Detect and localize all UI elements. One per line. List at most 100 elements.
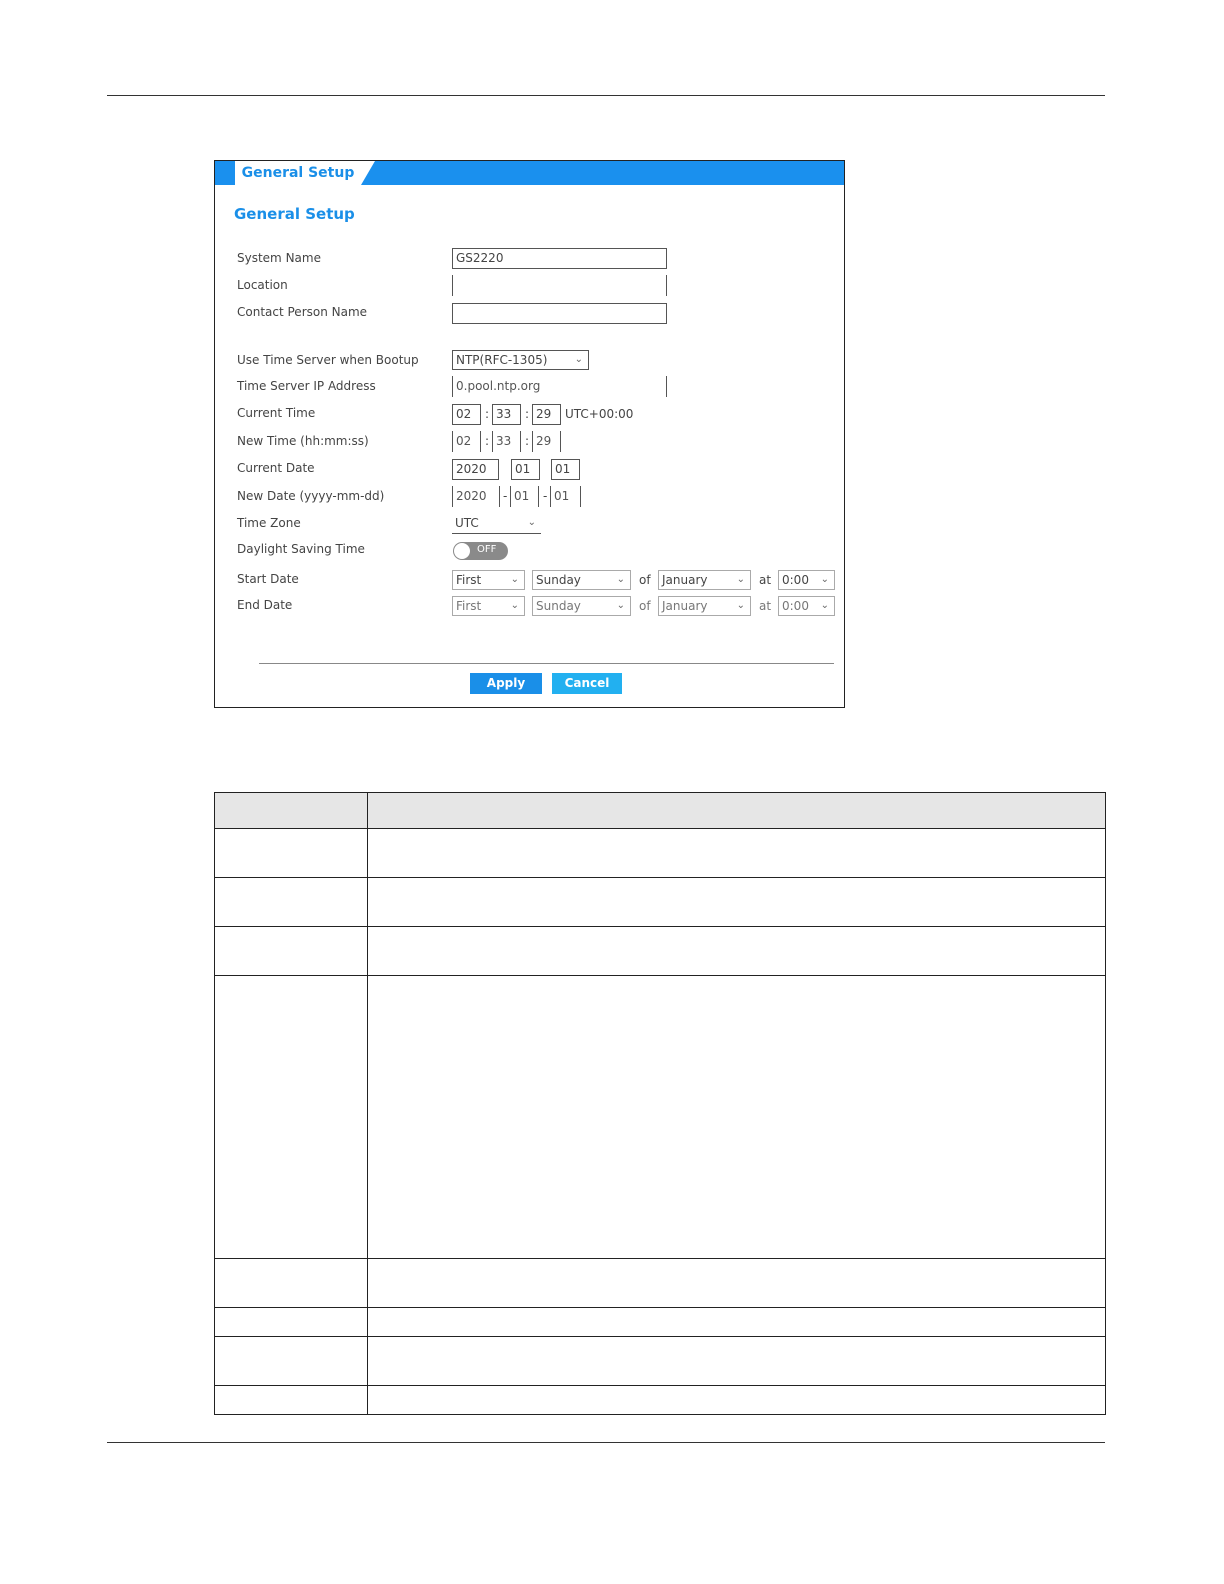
new-date-dd[interactable]: 01 bbox=[550, 486, 581, 507]
start-time-value: 0:00 bbox=[782, 573, 809, 587]
start-month-value: January bbox=[662, 573, 708, 587]
table-cell bbox=[214, 975, 368, 1259]
table-header-row bbox=[214, 792, 1106, 829]
new-time-hh[interactable]: 02 bbox=[452, 431, 481, 452]
table-row bbox=[214, 1336, 1106, 1386]
system-name-label: System Name bbox=[237, 251, 321, 265]
table-row bbox=[214, 1258, 1106, 1308]
time-server-boot-label: Use Time Server when Bootup bbox=[237, 353, 419, 367]
colon-separator: : bbox=[485, 434, 490, 448]
contact-person-label: Contact Person Name bbox=[237, 305, 368, 319]
chevron-down-icon: ⌄ bbox=[736, 574, 745, 585]
at-text: at bbox=[759, 573, 772, 587]
current-date-yyyy: 2020 bbox=[452, 459, 499, 480]
end-time-value: 0:00 bbox=[782, 599, 809, 613]
current-time-ss: 29 bbox=[532, 404, 561, 425]
table-cell bbox=[214, 877, 368, 927]
end-month-select[interactable]: January ⌄ bbox=[658, 596, 751, 616]
time-server-ip-input[interactable]: 0.pool.ntp.org bbox=[452, 376, 667, 397]
table-cell bbox=[367, 1307, 1106, 1337]
start-date-label: Start Date bbox=[237, 572, 299, 586]
time-server-boot-value: NTP(RFC-1305) bbox=[456, 353, 548, 367]
current-time-mm: 33 bbox=[492, 404, 521, 425]
chevron-down-icon: ⌄ bbox=[736, 600, 745, 611]
start-time-select[interactable]: 0:00 ⌄ bbox=[778, 570, 835, 590]
dash-separator: - bbox=[543, 489, 548, 503]
table-cell bbox=[367, 1385, 1106, 1415]
start-week-value: First bbox=[456, 573, 482, 587]
system-name-input[interactable]: GS2220 bbox=[452, 248, 667, 269]
time-zone-label: Time Zone bbox=[237, 516, 301, 530]
end-day-select[interactable]: Sunday ⌄ bbox=[532, 596, 631, 616]
bottom-rule bbox=[107, 1442, 1105, 1443]
table-row bbox=[214, 1307, 1106, 1337]
of-text: of bbox=[639, 599, 651, 613]
table-cell bbox=[214, 1258, 368, 1308]
general-setup-screenshot: General Setup General Setup System Name … bbox=[214, 160, 845, 708]
table-cell bbox=[214, 926, 368, 976]
end-week-value: First bbox=[456, 599, 482, 613]
dst-label: Daylight Saving Time bbox=[237, 542, 365, 556]
chevron-down-icon: ⌄ bbox=[510, 600, 519, 611]
utc-offset: UTC+00:00 bbox=[565, 407, 634, 421]
end-week-select[interactable]: First ⌄ bbox=[452, 596, 525, 616]
new-date-mm[interactable]: 01 bbox=[510, 486, 539, 507]
table-cell bbox=[367, 1336, 1106, 1386]
current-time-hh: 02 bbox=[452, 404, 481, 425]
end-month-value: January bbox=[662, 599, 708, 613]
chevron-down-icon: ⌄ bbox=[820, 574, 829, 585]
table-row bbox=[214, 1385, 1106, 1415]
top-rule bbox=[107, 95, 1105, 96]
new-date-yyyy[interactable]: 2020 bbox=[452, 486, 500, 507]
current-date-label: Current Date bbox=[237, 461, 315, 475]
toggle-knob bbox=[454, 543, 470, 559]
start-week-select[interactable]: First ⌄ bbox=[452, 570, 525, 590]
table-row bbox=[214, 975, 1106, 1259]
end-time-select[interactable]: 0:00 ⌄ bbox=[778, 596, 835, 616]
table-cell bbox=[367, 877, 1106, 927]
chevron-down-icon: ⌄ bbox=[820, 600, 829, 611]
new-date-label: New Date (yyyy-mm-dd) bbox=[237, 489, 385, 503]
chevron-down-icon: ⌄ bbox=[574, 354, 583, 365]
tab-bar: General Setup bbox=[215, 161, 844, 185]
dst-toggle[interactable]: OFF bbox=[453, 542, 508, 560]
location-input[interactable] bbox=[452, 275, 667, 296]
table-header-cell bbox=[214, 792, 368, 829]
end-day-value: Sunday bbox=[536, 599, 581, 613]
time-server-boot-select[interactable]: NTP(RFC-1305) ⌄ bbox=[452, 350, 589, 370]
new-time-mm[interactable]: 33 bbox=[492, 431, 521, 452]
chevron-down-icon: ⌄ bbox=[616, 600, 625, 611]
table-row bbox=[214, 828, 1106, 878]
cancel-button[interactable]: Cancel bbox=[552, 673, 622, 694]
apply-button[interactable]: Apply bbox=[470, 673, 542, 694]
new-time-ss[interactable]: 29 bbox=[532, 431, 561, 452]
colon-separator: : bbox=[525, 407, 530, 421]
time-zone-value: UTC bbox=[455, 516, 479, 530]
colon-separator: : bbox=[525, 434, 530, 448]
start-month-select[interactable]: January ⌄ bbox=[658, 570, 751, 590]
dst-toggle-state: OFF bbox=[477, 544, 497, 555]
tab-general-setup[interactable]: General Setup bbox=[235, 161, 361, 185]
section-title: General Setup bbox=[234, 205, 355, 223]
table-cell bbox=[367, 828, 1106, 878]
chevron-down-icon: ⌄ bbox=[510, 574, 519, 585]
table-row bbox=[214, 926, 1106, 976]
dash-separator: - bbox=[503, 489, 508, 503]
footer-divider bbox=[259, 663, 834, 664]
of-text: of bbox=[639, 573, 651, 587]
tab-notch bbox=[361, 161, 375, 185]
table-cell bbox=[214, 1307, 368, 1337]
field-description-table bbox=[214, 792, 1106, 1415]
colon-separator: : bbox=[485, 407, 490, 421]
new-time-label: New Time (hh:mm:ss) bbox=[237, 434, 369, 448]
start-day-select[interactable]: Sunday ⌄ bbox=[532, 570, 631, 590]
chevron-down-icon: ⌄ bbox=[527, 517, 536, 528]
start-day-value: Sunday bbox=[536, 573, 581, 587]
table-cell bbox=[214, 828, 368, 878]
table-cell bbox=[367, 975, 1106, 1259]
chevron-down-icon: ⌄ bbox=[616, 574, 625, 585]
end-date-label: End Date bbox=[237, 598, 293, 612]
time-server-ip-label: Time Server IP Address bbox=[237, 379, 376, 393]
contact-person-input[interactable] bbox=[452, 303, 667, 324]
time-zone-select[interactable]: UTC ⌄ bbox=[452, 514, 541, 534]
